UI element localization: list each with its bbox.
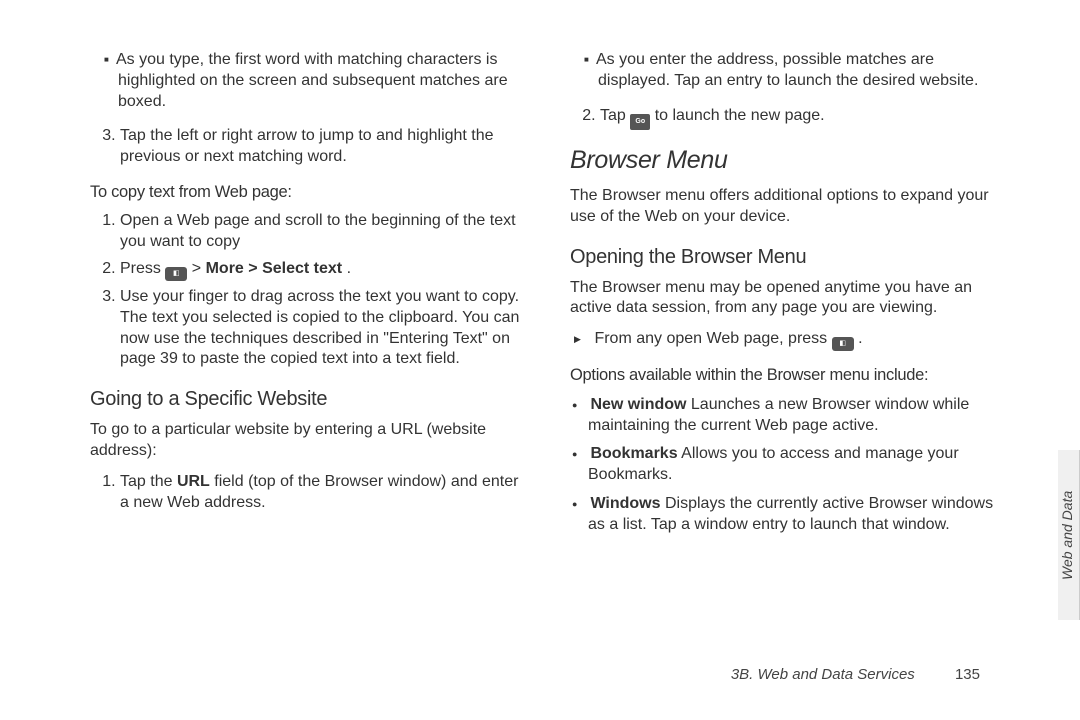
footer-section: 3B. Web and Data Services xyxy=(731,666,915,683)
list-item: Press ◧ > More > Select text . xyxy=(120,259,530,281)
side-tab: Web and Data xyxy=(1058,450,1080,620)
list-item: Tap Go to launch the new page. xyxy=(600,106,1010,130)
text: Press xyxy=(120,260,165,277)
page-number: 135 xyxy=(955,666,980,683)
opening-intro: The Browser menu may be opened anytime y… xyxy=(570,278,1010,320)
right-column: As you enter the address, possible match… xyxy=(570,50,1010,546)
typing-steps: Tap the left or right arrow to jump to a… xyxy=(90,126,530,168)
text: Tap xyxy=(600,107,630,124)
list-item: Open a Web page and scroll to the beginn… xyxy=(120,211,530,253)
text: . xyxy=(858,330,862,347)
going-intro: To go to a particular website by enterin… xyxy=(90,420,530,462)
text: Tap the xyxy=(120,473,177,490)
left-column: As you type, the first word with matchin… xyxy=(90,50,530,546)
typing-sub-bullets: As you type, the first word with matchin… xyxy=(90,50,530,112)
copy-text-label: To copy text from Web page: xyxy=(90,182,530,203)
text: > xyxy=(192,260,206,277)
browser-menu-intro: The Browser menu offers additional optio… xyxy=(570,186,1010,228)
launch-steps: Tap Go to launch the new page. xyxy=(570,106,1010,130)
sub-bullet: As you enter the address, possible match… xyxy=(598,50,1010,92)
list-item: New window Launches a new Browser window… xyxy=(588,395,1010,437)
sub-bullet: As you type, the first word with matchin… xyxy=(118,50,530,112)
text: . xyxy=(347,260,351,277)
list-item: Tap the URL field (top of the Browser wi… xyxy=(120,472,530,514)
options-list: New window Launches a new Browser window… xyxy=(570,395,1010,536)
text: to launch the new page. xyxy=(655,107,825,124)
address-sub-bullets: As you enter the address, possible match… xyxy=(570,50,1010,92)
page-footer: 3B. Web and Data Services 135 xyxy=(731,665,980,685)
copy-steps: Open a Web page and scroll to the beginn… xyxy=(90,211,530,370)
page: As you type, the first word with matchin… xyxy=(0,0,1080,720)
going-to-website-heading: Going to a Specific Website xyxy=(90,386,530,412)
open-menu-action: From any open Web page, press ◧ . xyxy=(570,329,1010,351)
option-bookmarks: Bookmarks xyxy=(590,445,677,462)
text: > xyxy=(248,260,262,277)
list-item: Use your finger to drag across the text … xyxy=(120,287,530,370)
menu-key-icon: ◧ xyxy=(832,337,854,351)
list-item: Bookmarks Allows you to access and manag… xyxy=(588,444,1010,486)
browser-menu-heading: Browser Menu xyxy=(570,144,1010,177)
menu-key-icon: ◧ xyxy=(165,267,187,281)
more-label: More xyxy=(206,260,244,277)
columns: As you type, the first word with matchin… xyxy=(90,50,1010,546)
select-text-label: Select text xyxy=(262,260,342,277)
going-steps: Tap the URL field (top of the Browser wi… xyxy=(90,472,530,514)
options-label: Options available within the Browser men… xyxy=(570,365,1010,386)
list-item: Tap the left or right arrow to jump to a… xyxy=(120,126,530,168)
go-icon: Go xyxy=(630,114,650,130)
url-label: URL xyxy=(177,473,210,490)
list-item: From any open Web page, press ◧ . xyxy=(592,329,1010,351)
option-new-window: New window xyxy=(590,396,686,413)
text: From any open Web page, press xyxy=(594,330,831,347)
option-windows: Windows xyxy=(590,495,660,512)
opening-browser-menu-heading: Opening the Browser Menu xyxy=(570,244,1010,270)
list-item: Windows Displays the currently active Br… xyxy=(588,494,1010,536)
